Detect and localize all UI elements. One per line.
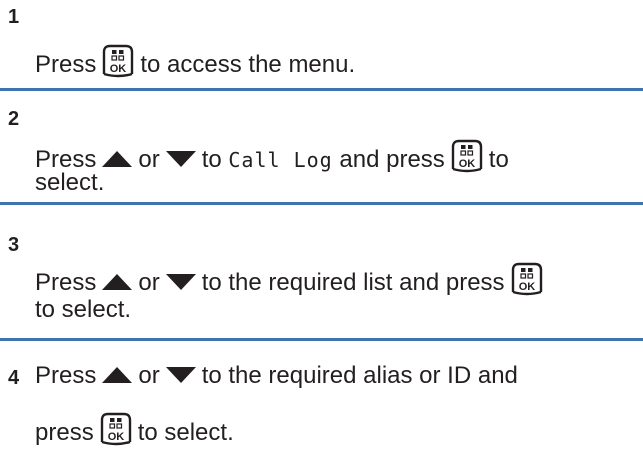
divider	[0, 338, 643, 341]
step-text-part: to select.	[137, 419, 234, 446]
down-arrow-icon	[165, 363, 197, 391]
step-text-part: and press	[339, 146, 445, 173]
divider	[0, 202, 643, 205]
up-arrow-icon	[101, 147, 133, 175]
step-text-part: Press	[35, 51, 97, 78]
svg-text:OK: OK	[459, 158, 476, 170]
step-text-part: or	[138, 269, 160, 296]
step-number: 4	[8, 367, 20, 389]
step-text: Press or to the required alias or ID and	[35, 362, 518, 391]
divider	[0, 88, 643, 91]
up-arrow-icon	[101, 363, 133, 391]
menu-item-call-log: Call Log	[228, 148, 333, 172]
step-text-part: Press	[35, 269, 97, 296]
step-text-part: to	[201, 146, 222, 173]
menu-ok-key-icon: OK	[100, 44, 136, 85]
menu-ok-key-icon: OK	[509, 262, 545, 303]
step-text-part: to access the menu.	[140, 51, 356, 78]
menu-ok-key-icon: OK	[449, 139, 485, 180]
step-text-line2: to select.	[35, 296, 132, 323]
step-text: Press or to Call Log and press OK to	[35, 139, 509, 180]
step-number: 1	[8, 6, 20, 28]
down-arrow-icon	[165, 270, 197, 298]
step-text-part: to the required list and press	[201, 269, 505, 296]
step-text-part: press	[35, 419, 94, 446]
step-text-part: or	[138, 146, 160, 173]
step-text: Press OK to access the menu.	[35, 44, 355, 85]
step-text-part: to the required alias or ID and	[201, 362, 518, 389]
step-text-line2: select.	[35, 169, 105, 196]
step-number: 2	[8, 108, 20, 130]
up-arrow-icon	[101, 270, 133, 298]
step-text-part: to	[488, 146, 509, 173]
svg-text:OK: OK	[107, 431, 124, 443]
svg-text:OK: OK	[110, 63, 127, 75]
menu-ok-key-icon: OK	[98, 412, 134, 453]
step-number: 3	[8, 234, 20, 256]
step-text-part: or	[138, 362, 160, 389]
down-arrow-icon	[165, 147, 197, 175]
svg-text:OK: OK	[518, 281, 535, 293]
step-text-part: Press	[35, 362, 97, 389]
step-text-line2: press OK to select.	[35, 412, 234, 453]
